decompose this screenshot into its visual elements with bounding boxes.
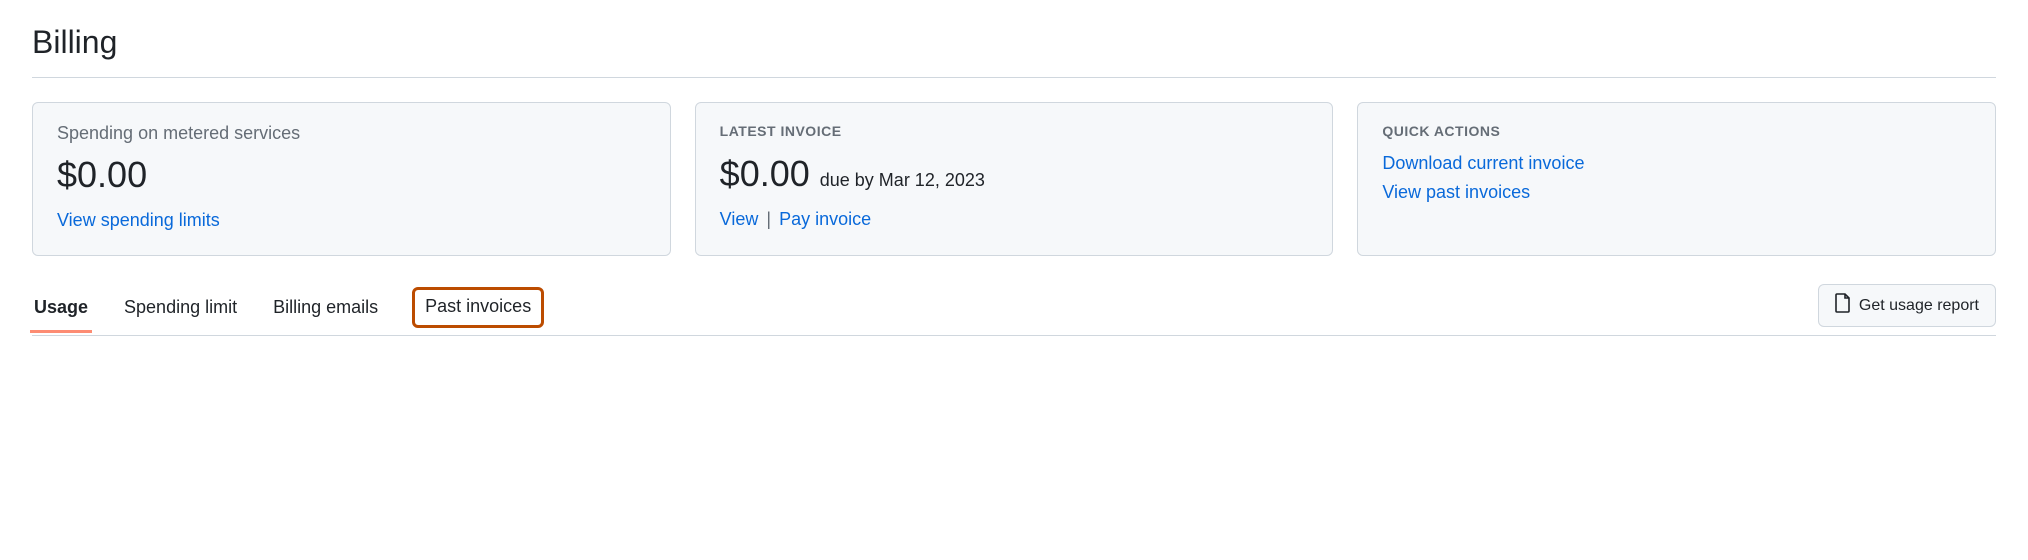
tab-spending-limit[interactable]: Spending limit xyxy=(122,287,239,332)
view-past-invoices-link[interactable]: View past invoices xyxy=(1382,182,1971,203)
spending-amount: $0.00 xyxy=(57,154,147,196)
invoice-amount-row: $0.00 due by Mar 12, 2023 xyxy=(720,153,1309,195)
latest-invoice-card: LATEST INVOICE $0.00 due by Mar 12, 2023… xyxy=(695,102,1334,256)
spending-card-title: Spending on metered services xyxy=(57,123,646,144)
tabs-row: Usage Spending limit Billing emails Past… xyxy=(32,284,1996,336)
page-title: Billing xyxy=(32,24,1996,61)
view-spending-limits-link[interactable]: View spending limits xyxy=(57,210,220,230)
download-current-invoice-link[interactable]: Download current invoice xyxy=(1382,153,1971,174)
file-icon xyxy=(1835,293,1851,318)
pipe-separator: | xyxy=(766,209,771,230)
pay-invoice-link[interactable]: Pay invoice xyxy=(779,209,871,230)
tab-billing-emails[interactable]: Billing emails xyxy=(271,287,380,332)
spending-card: Spending on metered services $0.00 View … xyxy=(32,102,671,256)
spending-amount-row: $0.00 xyxy=(57,154,646,196)
tabs: Usage Spending limit Billing emails Past… xyxy=(32,287,1818,332)
invoice-links-row: View | Pay invoice xyxy=(720,209,1309,230)
invoice-due-by: due by Mar 12, 2023 xyxy=(820,170,985,191)
summary-cards-row: Spending on metered services $0.00 View … xyxy=(32,102,1996,256)
page-header: Billing xyxy=(32,24,1996,78)
invoice-amount: $0.00 xyxy=(720,153,810,195)
get-usage-report-button[interactable]: Get usage report xyxy=(1818,284,1996,327)
quick-actions-card: QUICK ACTIONS Download current invoice V… xyxy=(1357,102,1996,256)
get-usage-report-label: Get usage report xyxy=(1859,297,1979,315)
view-invoice-link[interactable]: View xyxy=(720,209,759,230)
quick-actions-label: QUICK ACTIONS xyxy=(1382,123,1971,139)
latest-invoice-label: LATEST INVOICE xyxy=(720,123,1309,139)
quick-links: Download current invoice View past invoi… xyxy=(1382,153,1971,203)
tab-past-invoices[interactable]: Past invoices xyxy=(412,287,544,328)
tab-usage[interactable]: Usage xyxy=(32,287,90,332)
